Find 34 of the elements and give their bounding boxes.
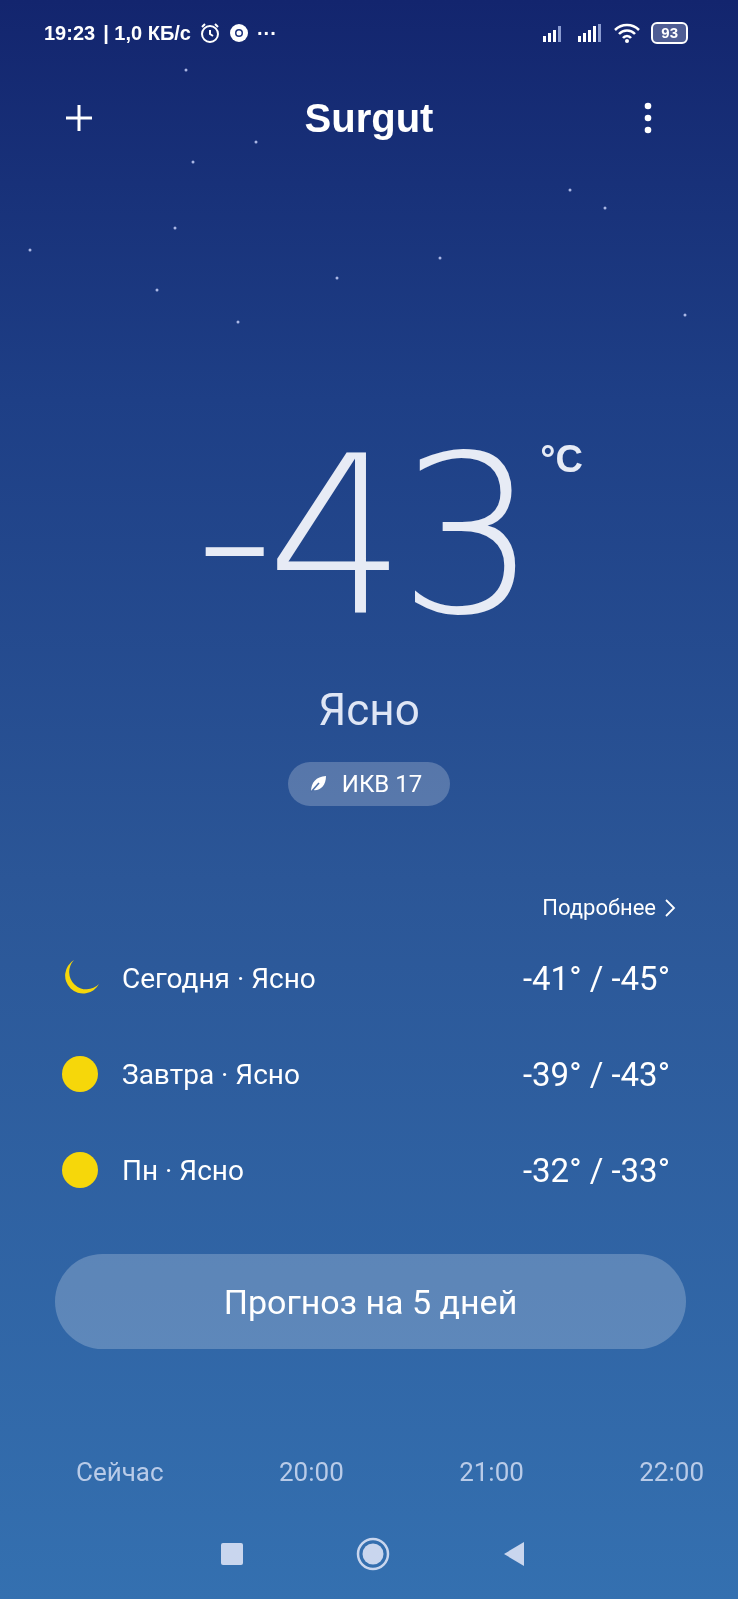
temperature-unit: °C: [540, 438, 583, 481]
hour-label: Сейчас: [76, 1457, 164, 1487]
day-label: Пн · Ясно: [122, 1153, 245, 1187]
add-icon[interactable]: [64, 103, 94, 133]
network-speed: | 1,0 КБ/с: [103, 21, 191, 45]
weather-condition: Ясно: [317, 684, 421, 736]
sun-icon: [60, 1054, 100, 1094]
recents-icon[interactable]: [220, 1542, 244, 1566]
hour-label: 22:00: [639, 1457, 704, 1487]
more-icon[interactable]: [644, 102, 652, 134]
day-temperatures: -39° / -43°: [522, 1054, 670, 1094]
city-title: Surgut: [304, 95, 434, 141]
air-quality-text: ИКВ 17: [341, 770, 423, 798]
current-temperature: -43: [195, 426, 531, 646]
forecast-button[interactable]: Прогноз на 5 дней: [55, 1254, 686, 1349]
hour-label: 20:00: [279, 1457, 344, 1487]
day-temperatures: -41° / -45°: [522, 958, 670, 998]
home-icon[interactable]: [356, 1537, 390, 1571]
air-quality-badge[interactable]: ИКВ 17: [287, 762, 451, 806]
day-label: Завтра · Ясно: [122, 1057, 301, 1091]
hour-label: 21:00: [459, 1457, 524, 1487]
sun-icon: [60, 1150, 100, 1190]
details-link[interactable]: Подробнее: [542, 895, 676, 920]
day-label: Сегодня · Ясно: [122, 961, 317, 995]
back-icon[interactable]: [502, 1541, 526, 1567]
chevron-right-icon: [664, 897, 676, 918]
alarm-icon: [198, 22, 221, 44]
battery-indicator: 93: [651, 22, 688, 44]
wifi-icon: [613, 23, 642, 43]
signal-icon: [577, 24, 604, 42]
status-time: 19:23: [44, 21, 96, 45]
day-temperatures: -32° / -33°: [522, 1150, 670, 1190]
browser-icon: [228, 23, 249, 43]
more-notifications: ···: [256, 21, 277, 45]
